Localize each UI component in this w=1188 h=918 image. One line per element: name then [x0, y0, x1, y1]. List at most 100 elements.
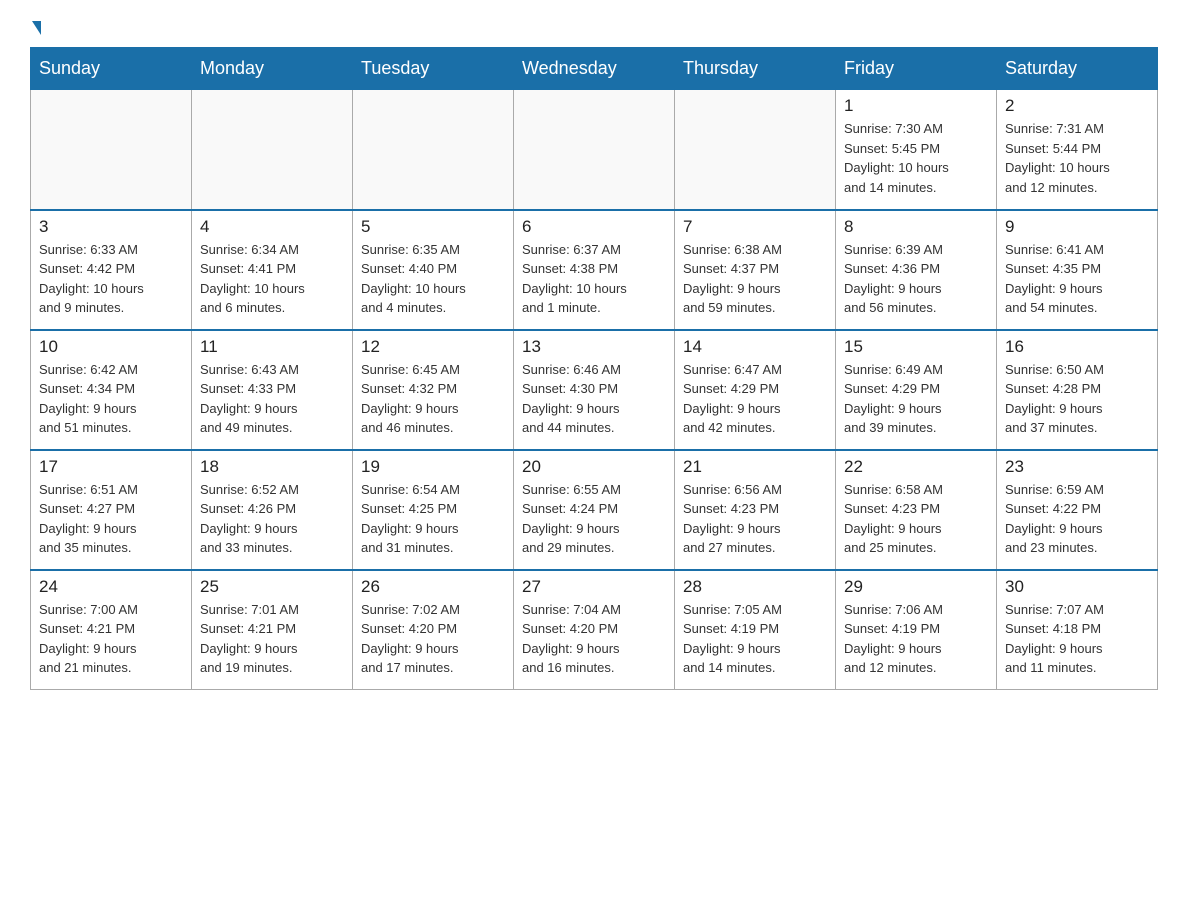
calendar-cell: 6 Sunrise: 6:37 AM Sunset: 4:38 PM Daylig…	[514, 210, 675, 330]
day-info: Sunrise: 6:45 AM Sunset: 4:32 PM Dayligh…	[361, 360, 505, 438]
day-info: Sunrise: 6:51 AM Sunset: 4:27 PM Dayligh…	[39, 480, 183, 558]
calendar-cell: 5 Sunrise: 6:35 AM Sunset: 4:40 PM Daylig…	[353, 210, 514, 330]
calendar-week-row: 10 Sunrise: 6:42 AM Sunset: 4:34 PM Dayli…	[31, 330, 1158, 450]
day-number: 30	[1005, 577, 1149, 597]
day-info: Sunrise: 6:38 AM Sunset: 4:37 PM Dayligh…	[683, 240, 827, 318]
day-number: 21	[683, 457, 827, 477]
day-info: Sunrise: 6:41 AM Sunset: 4:35 PM Dayligh…	[1005, 240, 1149, 318]
day-number: 7	[683, 217, 827, 237]
day-number: 29	[844, 577, 988, 597]
calendar-week-row: 17 Sunrise: 6:51 AM Sunset: 4:27 PM Dayli…	[31, 450, 1158, 570]
calendar-cell: 16 Sunrise: 6:50 AM Sunset: 4:28 PM Dayli…	[997, 330, 1158, 450]
day-number: 20	[522, 457, 666, 477]
day-info: Sunrise: 6:47 AM Sunset: 4:29 PM Dayligh…	[683, 360, 827, 438]
calendar-cell: 17 Sunrise: 6:51 AM Sunset: 4:27 PM Dayli…	[31, 450, 192, 570]
calendar-cell: 19 Sunrise: 6:54 AM Sunset: 4:25 PM Dayli…	[353, 450, 514, 570]
calendar-cell: 3 Sunrise: 6:33 AM Sunset: 4:42 PM Daylig…	[31, 210, 192, 330]
day-info: Sunrise: 6:54 AM Sunset: 4:25 PM Dayligh…	[361, 480, 505, 558]
calendar-cell	[675, 90, 836, 210]
day-info: Sunrise: 7:30 AM Sunset: 5:45 PM Dayligh…	[844, 119, 988, 197]
day-info: Sunrise: 7:05 AM Sunset: 4:19 PM Dayligh…	[683, 600, 827, 678]
day-info: Sunrise: 6:49 AM Sunset: 4:29 PM Dayligh…	[844, 360, 988, 438]
day-number: 16	[1005, 337, 1149, 357]
day-number: 22	[844, 457, 988, 477]
calendar-cell: 20 Sunrise: 6:55 AM Sunset: 4:24 PM Dayli…	[514, 450, 675, 570]
calendar-cell: 14 Sunrise: 6:47 AM Sunset: 4:29 PM Dayli…	[675, 330, 836, 450]
calendar-cell: 8Sunrise: 6:39 AM Sunset: 4:36 PM Daylig…	[836, 210, 997, 330]
calendar-cell: 27Sunrise: 7:04 AM Sunset: 4:20 PM Dayli…	[514, 570, 675, 690]
calendar-cell	[514, 90, 675, 210]
day-info: Sunrise: 6:35 AM Sunset: 4:40 PM Dayligh…	[361, 240, 505, 318]
day-number: 19	[361, 457, 505, 477]
calendar-cell: 25 Sunrise: 7:01 AM Sunset: 4:21 PM Dayli…	[192, 570, 353, 690]
day-number: 14	[683, 337, 827, 357]
calendar-cell: 21Sunrise: 6:56 AM Sunset: 4:23 PM Dayli…	[675, 450, 836, 570]
day-info: Sunrise: 7:02 AM Sunset: 4:20 PM Dayligh…	[361, 600, 505, 678]
day-number: 25	[200, 577, 344, 597]
calendar-cell	[353, 90, 514, 210]
weekday-header-friday: Friday	[836, 48, 997, 90]
day-info: Sunrise: 7:01 AM Sunset: 4:21 PM Dayligh…	[200, 600, 344, 678]
weekday-header-tuesday: Tuesday	[353, 48, 514, 90]
day-number: 17	[39, 457, 183, 477]
calendar-cell: 11 Sunrise: 6:43 AM Sunset: 4:33 PM Dayli…	[192, 330, 353, 450]
calendar-cell: 1 Sunrise: 7:30 AM Sunset: 5:45 PM Daylig…	[836, 90, 997, 210]
day-info: Sunrise: 6:46 AM Sunset: 4:30 PM Dayligh…	[522, 360, 666, 438]
weekday-header-wednesday: Wednesday	[514, 48, 675, 90]
weekday-header-monday: Monday	[192, 48, 353, 90]
day-number: 12	[361, 337, 505, 357]
calendar-cell: 2Sunrise: 7:31 AM Sunset: 5:44 PM Daylig…	[997, 90, 1158, 210]
calendar-week-row: 24 Sunrise: 7:00 AM Sunset: 4:21 PM Dayli…	[31, 570, 1158, 690]
day-number: 5	[361, 217, 505, 237]
day-number: 9	[1005, 217, 1149, 237]
day-number: 11	[200, 337, 344, 357]
calendar-table: SundayMondayTuesdayWednesdayThursdayFrid…	[30, 47, 1158, 690]
weekday-header-thursday: Thursday	[675, 48, 836, 90]
calendar-cell	[31, 90, 192, 210]
day-number: 10	[39, 337, 183, 357]
day-number: 27	[522, 577, 666, 597]
day-number: 1	[844, 96, 988, 116]
calendar-week-row: 3 Sunrise: 6:33 AM Sunset: 4:42 PM Daylig…	[31, 210, 1158, 330]
day-info: Sunrise: 6:37 AM Sunset: 4:38 PM Dayligh…	[522, 240, 666, 318]
calendar-cell: 12 Sunrise: 6:45 AM Sunset: 4:32 PM Dayli…	[353, 330, 514, 450]
day-info: Sunrise: 6:43 AM Sunset: 4:33 PM Dayligh…	[200, 360, 344, 438]
calendar-cell: 18Sunrise: 6:52 AM Sunset: 4:26 PM Dayli…	[192, 450, 353, 570]
calendar-cell: 7 Sunrise: 6:38 AM Sunset: 4:37 PM Daylig…	[675, 210, 836, 330]
day-info: Sunrise: 6:42 AM Sunset: 4:34 PM Dayligh…	[39, 360, 183, 438]
day-info: Sunrise: 6:55 AM Sunset: 4:24 PM Dayligh…	[522, 480, 666, 558]
day-info: Sunrise: 6:33 AM Sunset: 4:42 PM Dayligh…	[39, 240, 183, 318]
day-info: Sunrise: 6:50 AM Sunset: 4:28 PM Dayligh…	[1005, 360, 1149, 438]
calendar-cell: 26 Sunrise: 7:02 AM Sunset: 4:20 PM Dayli…	[353, 570, 514, 690]
day-number: 13	[522, 337, 666, 357]
day-number: 15	[844, 337, 988, 357]
weekday-header-sunday: Sunday	[31, 48, 192, 90]
day-info: Sunrise: 6:58 AM Sunset: 4:23 PM Dayligh…	[844, 480, 988, 558]
calendar-cell: 10 Sunrise: 6:42 AM Sunset: 4:34 PM Dayli…	[31, 330, 192, 450]
page-header	[30, 20, 1158, 37]
day-info: Sunrise: 7:07 AM Sunset: 4:18 PM Dayligh…	[1005, 600, 1149, 678]
day-number: 2	[1005, 96, 1149, 116]
logo	[30, 20, 41, 37]
calendar-cell: 15 Sunrise: 6:49 AM Sunset: 4:29 PM Dayli…	[836, 330, 997, 450]
calendar-cell: 29Sunrise: 7:06 AM Sunset: 4:19 PM Dayli…	[836, 570, 997, 690]
day-number: 28	[683, 577, 827, 597]
day-info: Sunrise: 7:00 AM Sunset: 4:21 PM Dayligh…	[39, 600, 183, 678]
calendar-cell: 24 Sunrise: 7:00 AM Sunset: 4:21 PM Dayli…	[31, 570, 192, 690]
calendar-cell: 13 Sunrise: 6:46 AM Sunset: 4:30 PM Dayli…	[514, 330, 675, 450]
calendar-cell: 30 Sunrise: 7:07 AM Sunset: 4:18 PM Dayli…	[997, 570, 1158, 690]
day-number: 3	[39, 217, 183, 237]
calendar-cell: 22 Sunrise: 6:58 AM Sunset: 4:23 PM Dayli…	[836, 450, 997, 570]
day-number: 26	[361, 577, 505, 597]
weekday-header-row: SundayMondayTuesdayWednesdayThursdayFrid…	[31, 48, 1158, 90]
day-info: Sunrise: 6:34 AM Sunset: 4:41 PM Dayligh…	[200, 240, 344, 318]
calendar-cell: 9 Sunrise: 6:41 AM Sunset: 4:35 PM Daylig…	[997, 210, 1158, 330]
day-info: Sunrise: 6:52 AM Sunset: 4:26 PM Dayligh…	[200, 480, 344, 558]
logo-triangle-icon	[32, 21, 41, 35]
day-number: 8	[844, 217, 988, 237]
day-number: 24	[39, 577, 183, 597]
calendar-cell: 28 Sunrise: 7:05 AM Sunset: 4:19 PM Dayli…	[675, 570, 836, 690]
calendar-cell: 23Sunrise: 6:59 AM Sunset: 4:22 PM Dayli…	[997, 450, 1158, 570]
day-number: 6	[522, 217, 666, 237]
day-number: 23	[1005, 457, 1149, 477]
